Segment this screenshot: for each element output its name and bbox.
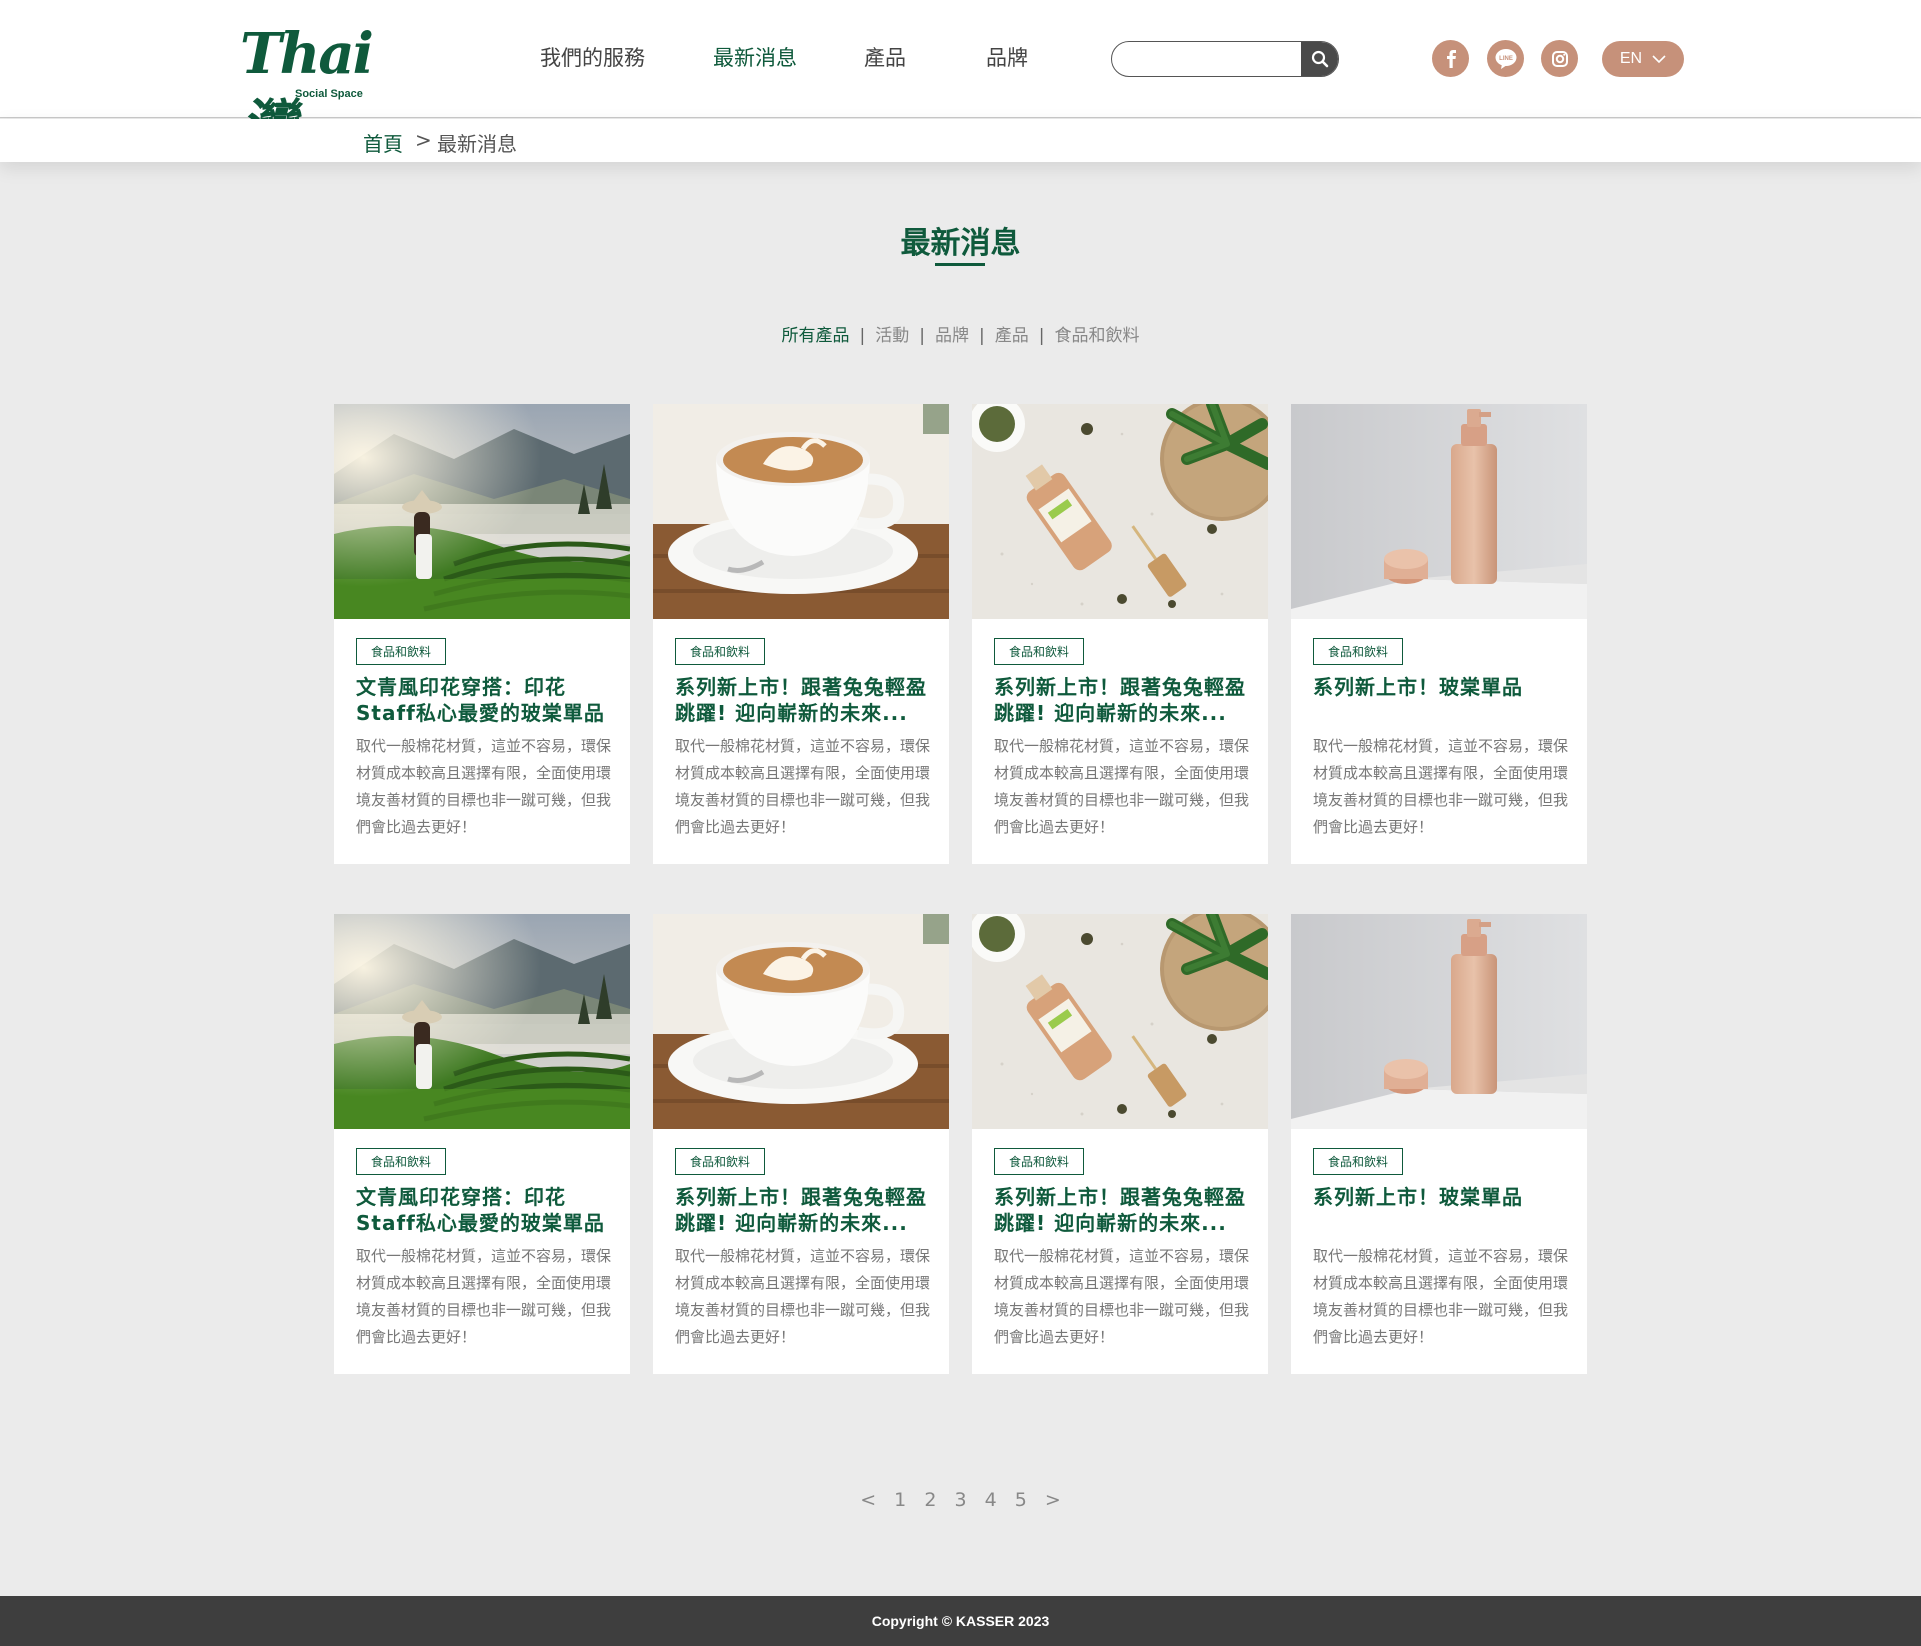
news-card-image[interactable] [334,404,630,619]
news-card-description: 取代一般棉花材質，這並不容易，環保材質成本較高且選擇有限，全面使用環境友善材質的… [1313,737,1569,836]
nav-services[interactable]: 我們的服務 [540,42,645,72]
pagination-page[interactable]: 2 [924,1489,936,1511]
facebook-button[interactable] [1432,40,1469,77]
nav-brands[interactable]: 品牌 [986,42,1028,72]
pagination-prev[interactable]: < [860,1489,876,1511]
pagination-page[interactable]: 5 [1015,1489,1027,1511]
news-card-tag[interactable]: 食品和飲料 [356,638,447,665]
news-card-title[interactable]: 系列新上市！跟著兔兔輕盈跳躍! 迎向嶄新的未來... [675,1184,937,1236]
news-card[interactable]: 食品和飲料系列新上市！跟著兔兔輕盈跳躍! 迎向嶄新的未來... 取代一般棉花材質，… [972,404,1268,864]
nav-news[interactable]: 最新消息 [713,42,797,72]
news-card-tag[interactable]: 食品和飲料 [1313,1148,1404,1175]
instagram-icon [1551,50,1568,67]
pagination-page[interactable]: 3 [954,1489,966,1511]
news-card-tag[interactable]: 食品和飲料 [356,1148,447,1175]
news-card-title[interactable]: 系列新上市！跟著兔兔輕盈跳躍! 迎向嶄新的未來... [675,674,937,726]
language-selector[interactable]: EN [1602,41,1684,77]
news-card-description: 取代一般棉花材質，這並不容易，環保材質成本較高且選擇有限，全面使用環境友善材質的… [1313,1247,1569,1346]
news-card-image[interactable] [653,914,949,1129]
pagination-page[interactable]: 1 [894,1489,906,1511]
instagram-button[interactable] [1541,40,1578,77]
news-card-image[interactable] [334,914,630,1129]
category-filters: 所有產品 | 活動 | 品牌 | 產品 | 食品和飲料 [0,321,1921,346]
pagination-page[interactable]: 4 [985,1489,997,1511]
line-button[interactable]: LINE [1487,40,1524,77]
title-underline [935,263,985,266]
filter-products[interactable]: 產品 [995,326,1029,346]
breadcrumb: 首頁 > 最新消息 [0,119,1921,162]
facebook-icon [1446,49,1456,68]
news-card-description: 取代一般棉花材質，這並不容易，環保材質成本較高且選擇有限，全面使用環境友善材質的… [994,737,1250,836]
news-card[interactable]: 食品和飲料系列新上市！跟著兔兔輕盈跳躍! 迎向嶄新的未來... 取代一般棉花材質，… [653,404,949,864]
news-card[interactable]: 食品和飲料文青風印花穿搭：印花Staff私心最愛的玻棠單品取代一般棉花材質，這並… [334,404,630,864]
news-card[interactable]: 食品和飲料系列新上市！跟著兔兔輕盈跳躍! 迎向嶄新的未來... 取代一般棉花材質，… [972,914,1268,1374]
news-card-title[interactable]: 系列新上市！跟著兔兔輕盈跳躍! 迎向嶄新的未來... [994,1184,1256,1236]
svg-text:LINE: LINE [1499,56,1513,62]
site-footer: Copyright © KASSER 2023 [0,1596,1921,1646]
site-header: Thai灣 Social Space 我們的服務 最新消息 產品 品牌 LINE [0,0,1921,159]
filter-events[interactable]: 活動 [875,326,909,346]
page-title: 最新消息 [900,226,1021,261]
filter-brands[interactable]: 品牌 [935,326,969,346]
filter-divider: | [919,326,925,346]
news-card-description: 取代一般棉花材質，這並不容易，環保材質成本較高且選擇有限，全面使用環境友善材質的… [675,737,931,836]
search-input[interactable] [1112,42,1302,75]
pagination: < 1 2 3 4 5 > [0,1489,1921,1511]
news-card-tag[interactable]: 食品和飲料 [994,638,1085,665]
news-card-tag[interactable]: 食品和飲料 [675,638,766,665]
filter-divider: | [979,326,985,346]
filter-divider: | [859,326,866,346]
search-button[interactable] [1301,42,1338,76]
site-logo[interactable]: Thai灣 Social Space [240,18,415,159]
breadcrumb-home[interactable]: 首頁 [363,128,403,157]
news-card-title[interactable]: 文青風印花穿搭：印花Staff私心最愛的玻棠單品 [356,674,618,726]
news-card-image[interactable] [972,404,1268,619]
news-card[interactable]: 食品和飲料系列新上市！玻棠單品取代一般棉花材質，這並不容易，環保材質成本較高且選… [1291,404,1587,864]
chevron-down-icon [1652,54,1666,63]
pagination-next[interactable]: > [1045,1489,1061,1511]
news-card-description: 取代一般棉花材質，這並不容易，環保材質成本較高且選擇有限，全面使用環境友善材質的… [356,1247,612,1346]
news-card-image[interactable] [1291,404,1587,619]
news-card-description: 取代一般棉花材質，這並不容易，環保材質成本較高且選擇有限，全面使用環境友善材質的… [994,1247,1250,1346]
news-card[interactable]: 食品和飲料系列新上市！跟著兔兔輕盈跳躍! 迎向嶄新的未來... 取代一般棉花材質，… [653,914,949,1374]
breadcrumb-current: 最新消息 [437,132,517,156]
filter-food-drink[interactable]: 食品和飲料 [1054,326,1139,346]
news-card-image[interactable] [972,914,1268,1129]
news-card-title[interactable]: 文青風印花穿搭：印花Staff私心最愛的玻棠單品 [356,1184,618,1236]
search-icon [1311,50,1329,67]
copyright-text: Copyright © KASSER 2023 [871,1613,1050,1629]
language-label: EN [1619,50,1643,67]
filter-all[interactable]: 所有產品 [782,326,850,346]
breadcrumb-separator: > [415,128,432,152]
news-card-description: 取代一般棉花材質，這並不容易，環保材質成本較高且選擇有限，全面使用環境友善材質的… [675,1247,931,1346]
news-card-title[interactable]: 系列新上市！玻棠單品 [1313,674,1575,700]
search-box [1111,41,1339,77]
news-card-image[interactable] [653,404,949,619]
news-card-image[interactable] [1291,914,1587,1129]
news-card-tag[interactable]: 食品和飲料 [1313,638,1404,665]
news-card-title[interactable]: 系列新上市！玻棠單品 [1313,1184,1575,1210]
news-card[interactable]: 食品和飲料文青風印花穿搭：印花Staff私心最愛的玻棠單品取代一般棉花材質，這並… [334,914,630,1374]
news-card-tag[interactable]: 食品和飲料 [994,1148,1085,1175]
line-icon: LINE [1495,48,1516,69]
news-card-title[interactable]: 系列新上市！跟著兔兔輕盈跳躍! 迎向嶄新的未來... [994,674,1256,726]
news-card[interactable]: 食品和飲料系列新上市！玻棠單品取代一般棉花材質，這並不容易，環保材質成本較高且選… [1291,914,1587,1374]
news-card-description: 取代一般棉花材質，這並不容易，環保材質成本較高且選擇有限，全面使用環境友善材質的… [356,737,612,836]
logo-subtitle: Social Space [295,88,363,100]
news-card-tag[interactable]: 食品和飲料 [675,1148,766,1175]
filter-divider: | [1038,326,1045,346]
nav-products[interactable]: 產品 [864,42,906,72]
